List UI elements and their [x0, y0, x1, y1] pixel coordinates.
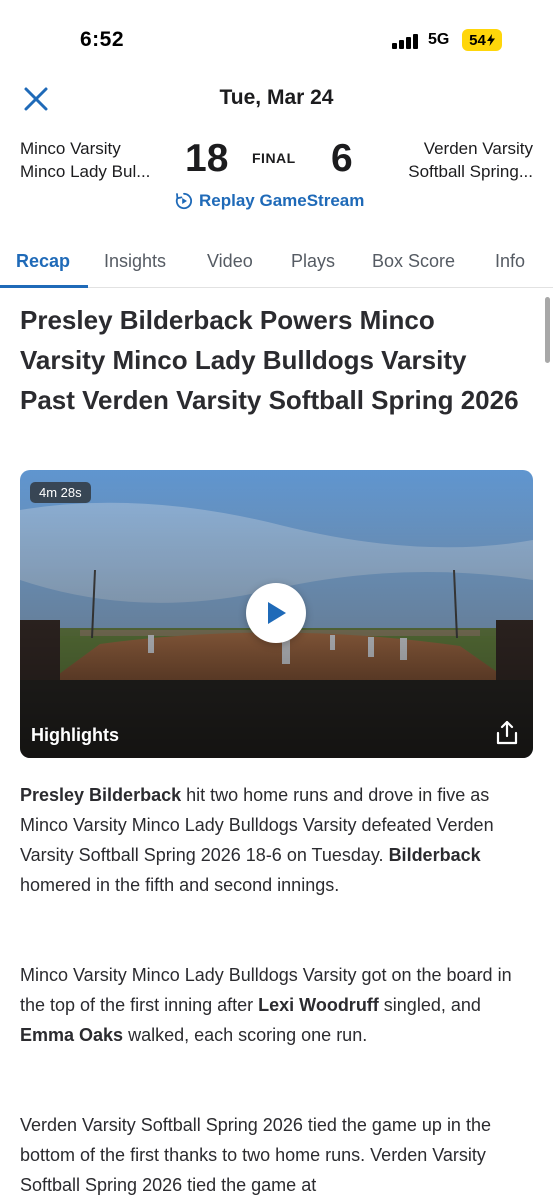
share-button[interactable]	[493, 719, 521, 747]
home-team-subname: Minco Lady Bul...	[20, 162, 151, 181]
replay-label: Replay GameStream	[199, 191, 365, 210]
tab-video[interactable]: Video	[207, 251, 253, 272]
status-time: 6:52	[80, 28, 125, 51]
article-paragraph: Minco Varsity Minco Lady Bulldogs Varsit…	[20, 960, 535, 1050]
replay-gamestream-button[interactable]: Replay GameStream	[175, 190, 364, 212]
player-name: Emma Oaks	[20, 1025, 124, 1045]
tab-plays[interactable]: Plays	[291, 251, 335, 272]
away-team-name: Verden Varsity	[423, 139, 533, 158]
tab-info[interactable]: Info	[495, 251, 525, 272]
battery-level: 54	[469, 31, 486, 49]
tab-bar: Recap Insights Video Plays Box Score Inf…	[0, 240, 553, 288]
video-label: Highlights	[31, 725, 119, 745]
player-name: Presley Bilderback	[20, 785, 182, 805]
play-button[interactable]	[246, 583, 306, 643]
charging-bolt-icon	[486, 34, 495, 46]
play-icon	[268, 602, 286, 624]
active-tab-indicator	[0, 285, 88, 288]
article-headline: Presley Bilderback Powers Minco Varsity …	[20, 305, 519, 415]
player-name: Lexi Woodruff	[258, 995, 379, 1015]
away-score: 6	[331, 137, 353, 180]
game-status: FINAL	[252, 150, 296, 166]
paragraph-text: homered in the fifth and second innings.	[20, 875, 340, 895]
home-score: 18	[185, 137, 229, 180]
away-team[interactable]: Verden Varsity Softball Spring...	[408, 137, 533, 183]
tab-insights[interactable]: Insights	[104, 251, 166, 272]
tab-recap[interactable]: Recap	[16, 251, 70, 272]
paragraph-text: Verden Varsity Softball Spring 2026 tied…	[20, 1115, 491, 1195]
article-paragraph: Verden Varsity Softball Spring 2026 tied…	[20, 1110, 535, 1200]
paragraph-text: walked, each scoring one run.	[123, 1025, 368, 1045]
paragraph-text: singled, and	[378, 995, 481, 1015]
battery-indicator: 54	[462, 29, 502, 51]
article-paragraph: Presley Bilderback hit two home runs and…	[20, 780, 535, 900]
cellular-signal-icon	[392, 33, 422, 49]
away-team-subname: Softball Spring...	[408, 162, 533, 181]
highlights-video[interactable]: 4m 28s Highlights	[20, 470, 533, 758]
status-bar: 6:52 5G 54	[0, 0, 553, 80]
tab-box-score[interactable]: Box Score	[372, 251, 455, 272]
replay-icon	[175, 192, 193, 210]
scrollbar[interactable]	[545, 297, 550, 363]
home-team-name: Minco Varsity	[20, 139, 121, 158]
home-team[interactable]: Minco Varsity Minco Lady Bul...	[20, 137, 150, 183]
network-type: 5G	[428, 31, 450, 48]
video-duration: 4m 28s	[30, 482, 91, 503]
share-icon	[496, 720, 518, 745]
game-date: Tue, Mar 24	[219, 86, 334, 109]
player-name: Bilderback	[388, 845, 481, 865]
